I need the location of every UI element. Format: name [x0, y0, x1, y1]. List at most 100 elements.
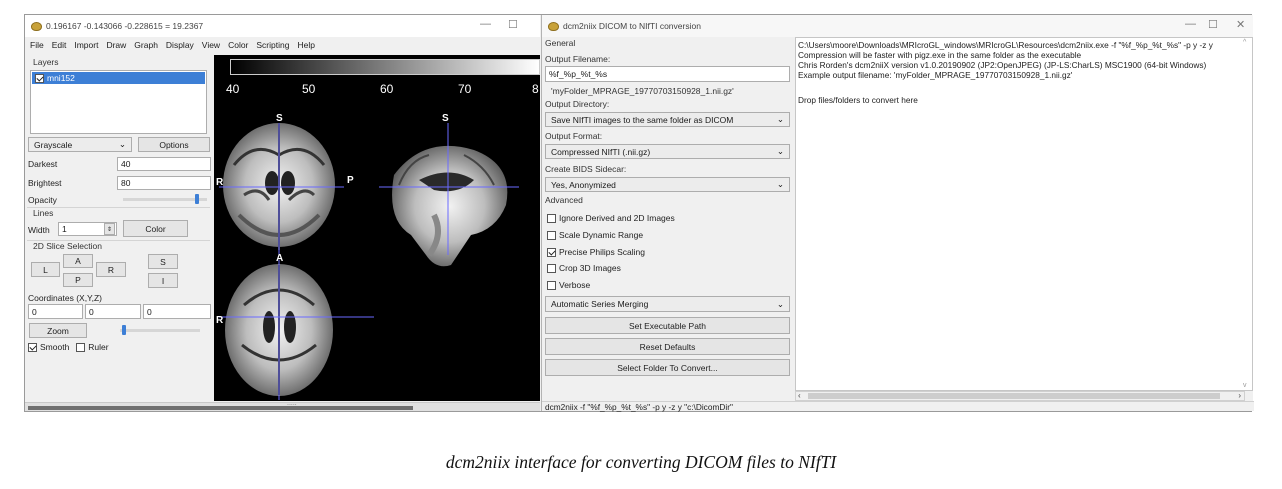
orient-right: R [216, 177, 224, 188]
brain-viewer[interactable]: 40 50 60 70 8 S S R P A R [214, 55, 540, 401]
opacity-label: Opacity [28, 195, 57, 205]
option-crop-3d[interactable]: Crop 3D Images [547, 263, 621, 273]
orient-anterior: A [276, 253, 284, 264]
smooth-checkbox[interactable] [28, 342, 37, 352]
brightest-input[interactable]: 80 [117, 176, 211, 190]
option-verbose[interactable]: Verbose [547, 280, 590, 290]
menu-scripting[interactable]: Scripting [256, 40, 289, 54]
sagittal-slice [392, 145, 508, 267]
close-button[interactable]: ✕ [1236, 18, 1245, 31]
minimize-button[interactable]: — [480, 18, 491, 30]
menu-draw[interactable]: Draw [106, 40, 126, 54]
zoom-button[interactable]: Zoom [29, 323, 87, 338]
dcm2niix-settings: General Output Filename: %f_%p_%t_%s 'my… [542, 37, 793, 399]
advanced-label: Advanced [545, 195, 583, 205]
coord-z-input[interactable]: 0 [143, 304, 211, 319]
minimize-button[interactable]: — [1185, 18, 1196, 30]
darkest-input[interactable]: 40 [117, 157, 211, 171]
chevron-left-icon[interactable]: ‹ [798, 391, 801, 400]
divider [27, 207, 210, 208]
smooth-option[interactable]: Smooth Ruler [28, 342, 109, 352]
option-label: Ignore Derived and 2D Images [559, 213, 675, 223]
output-filename-input[interactable]: %f_%p_%t_%s [545, 66, 790, 82]
spinner-arrows-icon[interactable]: ⇕ [104, 223, 115, 235]
option-label: Scale Dynamic Range [559, 230, 644, 240]
chevron-up-icon[interactable]: ^ [1243, 39, 1246, 46]
left-button[interactable]: L [31, 262, 60, 277]
orient-right: R [216, 315, 224, 326]
right-button[interactable]: R [96, 262, 126, 277]
line-color-button[interactable]: Color [123, 220, 188, 237]
orient-superior: S [276, 113, 283, 124]
scrollbar-thumb[interactable] [808, 393, 1220, 399]
drop-hint: Drop files/folders to convert here [798, 95, 918, 105]
chevron-down-icon: ⌄ [776, 146, 784, 156]
menu-display[interactable]: Display [166, 40, 194, 54]
layer-item[interactable]: mni152 [32, 72, 205, 84]
mricrogl-statusbar: ..... [25, 400, 540, 411]
option-precise-philips[interactable]: Precise Philips Scaling [547, 247, 645, 257]
reset-defaults-button[interactable]: Reset Defaults [545, 338, 790, 355]
chevron-down-icon: ⌄ [118, 139, 126, 149]
output-directory-label: Output Directory: [545, 99, 610, 109]
menu-view[interactable]: View [202, 40, 220, 54]
menu-file[interactable]: File [30, 40, 44, 54]
checkbox[interactable] [547, 247, 556, 257]
set-executable-path-button[interactable]: Set Executable Path [545, 317, 790, 334]
control-panel: Layers mni152 Grayscale ⌄ Options Darkes… [25, 55, 212, 401]
checkbox[interactable] [547, 263, 556, 273]
menu-import[interactable]: Import [74, 40, 98, 54]
log-line: Chris Rorden's dcm2niiX version v1.0.201… [798, 60, 1207, 70]
bids-select[interactable]: Yes, Anonymized ⌄ [545, 177, 790, 192]
brain-app-icon [31, 21, 42, 31]
inferior-button[interactable]: I [148, 273, 178, 288]
menu-bar: File Edit Import Draw Graph Display View… [25, 40, 540, 54]
checkbox[interactable] [547, 213, 556, 223]
output-format-select[interactable]: Compressed NIfTI (.nii.gz) ⌄ [545, 144, 790, 159]
zoom-slider[interactable] [120, 329, 200, 332]
option-ignore-derived[interactable]: Ignore Derived and 2D Images [547, 213, 675, 223]
layer-visible-checkbox[interactable] [35, 73, 44, 83]
anterior-button[interactable]: A [63, 254, 93, 268]
menu-color[interactable]: Color [228, 40, 248, 54]
checkbox[interactable] [547, 280, 556, 290]
option-label: Precise Philips Scaling [559, 247, 645, 257]
colormap-select[interactable]: Grayscale ⌄ [28, 137, 132, 152]
option-label: Crop 3D Images [559, 263, 621, 273]
command-statusbar: dcm2niix -f "%f_%p_%t_%s" -p y -z y "c:\… [542, 401, 1254, 412]
menu-graph[interactable]: Graph [134, 40, 158, 54]
figure-caption: dcm2niix interface for converting DICOM … [445, 452, 837, 472]
coord-x-input[interactable]: 0 [28, 304, 83, 319]
coord-y-input[interactable]: 0 [85, 304, 141, 319]
horizontal-scrollbar[interactable]: ‹ › [795, 391, 1245, 401]
vertical-scrollbar[interactable]: ^ v [1243, 37, 1252, 391]
window-title: dcm2niix DICOM to NIfTI conversion [563, 21, 701, 31]
series-merging-select[interactable]: Automatic Series Merging ⌄ [545, 296, 790, 312]
output-directory-select[interactable]: Save NIfTI images to the same folder as … [545, 112, 790, 127]
menu-help[interactable]: Help [297, 40, 314, 54]
opacity-slider-thumb[interactable] [195, 194, 199, 204]
layers-list[interactable]: mni152 [30, 70, 207, 134]
general-label: General [545, 38, 576, 48]
chevron-down-icon: ⌄ [776, 114, 784, 124]
menu-edit[interactable]: Edit [52, 40, 67, 54]
ruler-checkbox[interactable] [76, 342, 86, 352]
orient-posterior: P [347, 175, 354, 186]
chevron-right-icon[interactable]: › [1238, 391, 1241, 400]
zoom-slider-thumb[interactable] [122, 325, 126, 335]
checkbox[interactable] [547, 230, 556, 240]
maximize-button[interactable]: ☐ [1208, 18, 1218, 31]
chevron-down-icon: ⌄ [776, 298, 784, 309]
posterior-button[interactable]: P [63, 273, 93, 287]
conversion-log[interactable]: C:\Users\moore\Downloads\MRIcroGL_window… [795, 37, 1253, 391]
select-folder-button[interactable]: Select Folder To Convert... [545, 359, 790, 376]
maximize-button[interactable]: ☐ [508, 18, 518, 31]
layers-label: Layers [33, 57, 59, 67]
ruler-label: Ruler [88, 342, 109, 352]
option-scale-dynamic-range[interactable]: Scale Dynamic Range [547, 230, 643, 240]
resize-grip[interactable]: ..... [287, 400, 297, 407]
lines-label: Lines [33, 208, 54, 218]
options-button[interactable]: Options [138, 137, 210, 152]
chevron-down-icon[interactable]: v [1243, 382, 1247, 389]
superior-button[interactable]: S [148, 254, 178, 269]
